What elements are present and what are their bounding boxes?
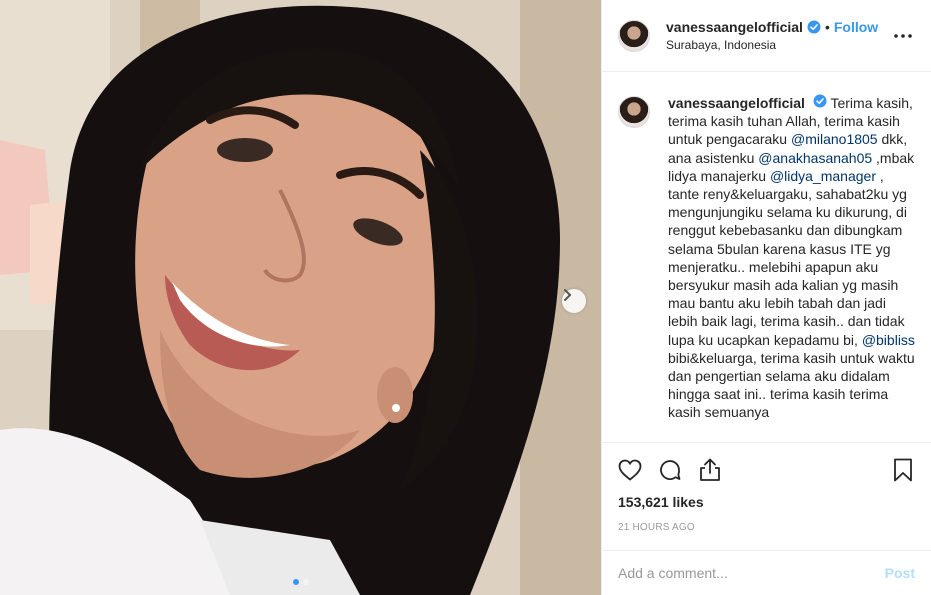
post-side-panel: vanessaangelofficial • Follow Surabaya, … xyxy=(601,0,931,595)
comment-icon[interactable] xyxy=(658,458,682,482)
caption-text: vanessaangelofficial Terima kasih, terim… xyxy=(668,94,915,442)
verified-badge-icon xyxy=(813,94,827,108)
caption-body: Terima kasih, terima kasih tuhan Allah, … xyxy=(668,95,915,420)
caption-segment: bibi&keluarga, terima kasih untuk waktu … xyxy=(668,349,915,421)
comment-input[interactable] xyxy=(618,565,885,581)
mention-link[interactable]: @lidya_manager xyxy=(770,168,876,184)
post-photo[interactable] xyxy=(0,0,601,595)
carousel-dot xyxy=(292,579,299,585)
action-bar xyxy=(602,442,931,496)
username-link[interactable]: vanessaangelofficial xyxy=(666,19,803,35)
caption-username[interactable]: vanessaangelofficial xyxy=(668,95,805,111)
portrait-image xyxy=(0,0,601,595)
location-link[interactable]: Surabaya, Indonesia xyxy=(666,38,891,52)
follow-button[interactable]: Follow xyxy=(834,19,878,35)
caption-avatar[interactable] xyxy=(618,96,650,128)
bookmark-icon[interactable] xyxy=(891,458,915,482)
avatar[interactable] xyxy=(618,19,650,52)
mention-link[interactable]: @bibliss xyxy=(862,332,915,348)
carousel-dot xyxy=(302,579,309,585)
more-options-icon[interactable] xyxy=(891,24,915,48)
share-icon[interactable] xyxy=(698,458,722,482)
separator: • xyxy=(824,19,830,35)
header-text: vanessaangelofficial • Follow Surabaya, … xyxy=(666,19,891,52)
post-timestamp[interactable]: 21 HOURS AGO xyxy=(618,522,695,533)
verified-badge-icon xyxy=(807,20,821,34)
comment-form: Post xyxy=(602,550,931,595)
carousel-indicator xyxy=(0,579,601,585)
heart-icon[interactable] xyxy=(618,458,642,482)
mention-link[interactable]: @milano1805 xyxy=(791,131,878,147)
chevron-right-icon xyxy=(564,289,572,301)
carousel-next-button[interactable] xyxy=(562,289,586,313)
caption-segment: , tante reny&keluargaku, sahabat2ku yg m… xyxy=(668,167,907,348)
post-comment-button[interactable]: Post xyxy=(885,565,915,581)
mention-link[interactable]: @anakhasanah05 xyxy=(758,150,872,166)
post-header: vanessaangelofficial • Follow Surabaya, … xyxy=(602,0,931,72)
likes-count[interactable]: 153,621 likes xyxy=(618,494,704,510)
caption-area: vanessaangelofficial Terima kasih, terim… xyxy=(602,72,931,442)
header-name-row: vanessaangelofficial • Follow xyxy=(666,19,891,35)
